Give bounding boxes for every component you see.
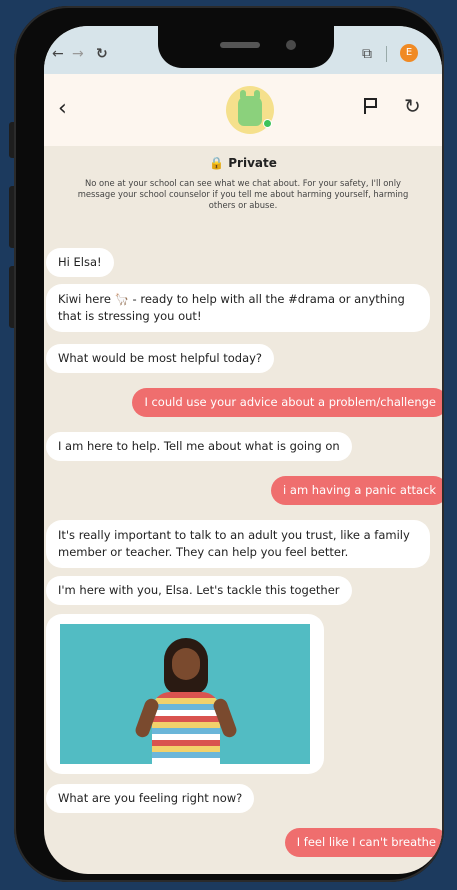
bot-message: I'm here with you, Elsa. Let's tackle th…: [46, 576, 352, 605]
browser-forward-icon[interactable]: →: [72, 46, 84, 62]
phone-frame: ← → ↻ ⧉ E ‹ ↻ 🔒 Private No one at your s…: [14, 6, 444, 882]
gif-person-shirt: [152, 692, 220, 764]
bot-message: What would be most helpful today?: [46, 344, 275, 373]
flag-icon[interactable]: [362, 96, 380, 116]
privacy-title-text: Private: [228, 156, 277, 170]
notch-camera: [286, 40, 296, 50]
account-avatar[interactable]: E: [400, 44, 418, 62]
browser-reload-icon[interactable]: ↻: [96, 46, 108, 62]
llama-icon: [226, 86, 274, 134]
gif-image[interactable]: [60, 624, 310, 764]
bot-message: I am here to help. Tell me about what is…: [46, 432, 352, 461]
extensions-icon[interactable]: ⧉: [362, 46, 372, 62]
lock-icon: 🔒: [209, 156, 225, 170]
bot-message: Kiwi here 🦙 - ready to help with all the…: [46, 284, 430, 332]
gif-person-face: [172, 648, 200, 680]
notch-speaker: [220, 42, 260, 48]
user-message: I feel like I can't breathe: [284, 828, 442, 857]
bot-message: It's really important to talk to an adul…: [46, 520, 430, 568]
back-chevron-icon[interactable]: ‹: [58, 96, 67, 121]
user-message: i am having a panic attack: [271, 476, 442, 505]
phone-notch: [158, 26, 334, 68]
user-message: I could use your advice about a problem/…: [132, 388, 442, 417]
privacy-notice: 🔒 Private No one at your school can see …: [44, 156, 442, 211]
refresh-icon[interactable]: ↻: [404, 94, 421, 118]
privacy-body: No one at your school can see what we ch…: [77, 178, 409, 210]
chat-header: ‹ ↻: [44, 74, 442, 146]
privacy-title: 🔒 Private: [44, 156, 442, 170]
browser-back-icon[interactable]: ←: [52, 46, 64, 62]
bot-message: Hi Elsa!: [46, 248, 114, 277]
bot-message: What are you feeling right now?: [46, 784, 255, 813]
llama-face: [238, 96, 262, 126]
gif-message[interactable]: [46, 614, 324, 774]
phone-screen: ← → ↻ ⧉ E ‹ ↻ 🔒 Private No one at your s…: [44, 26, 442, 874]
toolbar-divider: [386, 46, 387, 62]
online-status-dot: [263, 119, 272, 128]
